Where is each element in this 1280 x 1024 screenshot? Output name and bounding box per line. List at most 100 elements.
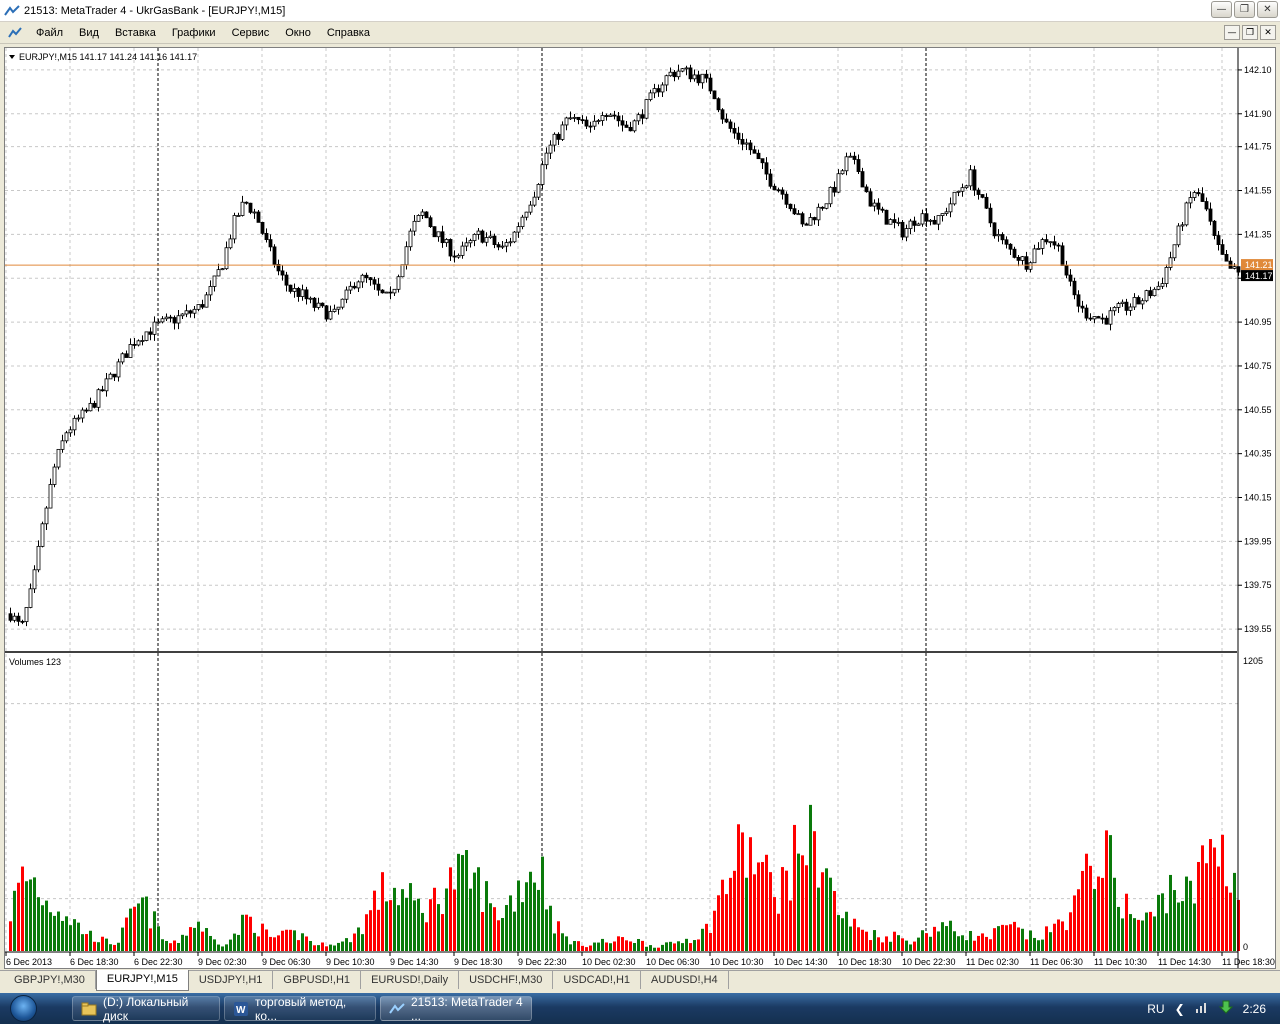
candle-body [164,316,169,320]
tab-eurjpy-m15[interactable]: EURJPY!,M15 [95,970,189,991]
candle-body [284,274,289,286]
taskbar-item-metatrader[interactable]: 21513: MetaTrader 4 ... [380,995,532,1023]
taskbar-item-explorer[interactable]: (D:) Локальный диск [72,995,220,1023]
candle-body [1152,288,1157,297]
time-tick-label: 6 Dec 22:30 [134,957,183,967]
volume-bar [125,917,128,951]
volume-bar [201,931,204,951]
chart-minimize-button[interactable]: — [1224,25,1240,40]
volume-bar [285,929,288,951]
chart-window[interactable]: 142.10141.90141.75141.55141.35141.15140.… [4,47,1276,969]
tab-usdcad-h1[interactable]: USDCAD!,H1 [553,971,642,989]
menu-view[interactable]: Вид [71,22,107,44]
candle-body [236,215,241,217]
volume-bar [957,936,960,951]
chart-window-icon[interactable] [8,26,22,40]
candle-body [220,268,225,271]
candle-body [60,440,65,450]
volume-bar [1005,925,1008,951]
price-tick-label: 140.35 [1244,449,1272,459]
volume-bar [841,918,844,951]
restore-button[interactable]: ❐ [1234,1,1255,18]
volume-bar [1185,876,1188,951]
close-button[interactable]: ✕ [1257,1,1278,18]
volume-bar [1053,923,1056,951]
tray-expand-icon[interactable]: ❮ [1175,1002,1185,1016]
tab-usdchf-m30[interactable]: USDCHF!,M30 [459,971,554,989]
volume-bar [1133,918,1136,951]
menu-insert[interactable]: Вставка [107,22,164,44]
volume-bar [909,944,912,951]
tab-usdjpy-h1[interactable]: USDJPY!,H1 [189,971,274,989]
chart-menu-triangle-icon[interactable] [9,55,15,59]
volume-bar [333,945,336,951]
candle-body [636,114,641,122]
start-button[interactable] [0,993,54,1024]
volume-bar [945,926,948,951]
title-bar[interactable]: 21513: MetaTrader 4 - UkrGasBank - [EURJ… [0,0,1280,22]
tab-gbpusd-h1[interactable]: GBPUSD!,H1 [273,971,362,989]
volume-bar [377,909,380,951]
candle-body [516,226,521,233]
volume-bar [157,926,160,951]
chart-restore-button[interactable]: ❐ [1242,25,1258,40]
candle-body [424,211,429,219]
network-icon[interactable] [1195,1000,1209,1017]
volume-bar [273,937,276,951]
taskbar-item-word[interactable]: W торговый метод, ко... [224,995,376,1023]
candle-body [464,242,469,247]
volume-bar [281,930,284,951]
volume-bar [85,934,88,951]
candle-body [1016,256,1021,261]
volume-bar [657,947,660,951]
menu-window[interactable]: Окно [277,22,319,44]
candle-body [68,429,73,434]
candle-body [800,213,805,225]
candle-body [680,68,685,72]
volume-bar [1165,913,1168,951]
tab-audusd-h4[interactable]: AUDUSD!,H4 [641,971,729,989]
volume-bar [977,935,980,951]
volume-bar [1213,847,1216,951]
menu-tools[interactable]: Сервис [224,22,278,44]
candle-body [528,204,533,213]
candle-body [996,234,1001,237]
volume-bar [513,911,516,951]
candle-body [804,223,809,226]
volume-bar [933,926,936,951]
volume-bar [1233,872,1236,951]
download-icon[interactable] [1218,1000,1233,1017]
volume-bar [1193,903,1196,951]
candle-body [1220,244,1225,255]
candle-body [108,373,113,380]
volume-bar [641,940,644,951]
minimize-button[interactable]: — [1211,1,1232,18]
volume-bar [269,936,272,951]
volume-bar [541,856,544,951]
volume-bar [421,912,424,951]
menu-help[interactable]: Справка [319,22,378,44]
volume-bar [277,935,280,951]
candle-body [776,189,781,192]
candle-body [256,211,261,223]
time-tick-label: 10 Dec 02:30 [582,957,636,967]
volume-bar [765,854,768,951]
tab-eurusd-daily[interactable]: EURUSD!,Daily [361,971,460,989]
volume-bar [305,936,308,951]
candle-body [400,264,405,278]
price-chart[interactable]: 142.10141.90141.75141.55141.35141.15140.… [5,48,1275,968]
volume-bar [1181,901,1184,951]
volume-bar [365,914,368,951]
menu-charts[interactable]: Графики [164,22,224,44]
tab-gbpjpy-m30[interactable]: GBPJPY!,M30 [4,971,96,989]
candle-body [900,221,905,238]
language-indicator[interactable]: RU [1147,1002,1164,1016]
menu-bar: Файл Вид Вставка Графики Сервис Окно Спр… [0,22,1280,44]
menu-file[interactable]: Файл [28,22,71,44]
current-price-label: 141.21 [1245,260,1273,270]
clock[interactable]: 2:26 [1243,1002,1266,1016]
chart-close-button[interactable]: ✕ [1260,25,1276,40]
volume-bar [537,889,540,951]
candle-body [300,289,305,297]
volume-bar [1029,930,1032,951]
